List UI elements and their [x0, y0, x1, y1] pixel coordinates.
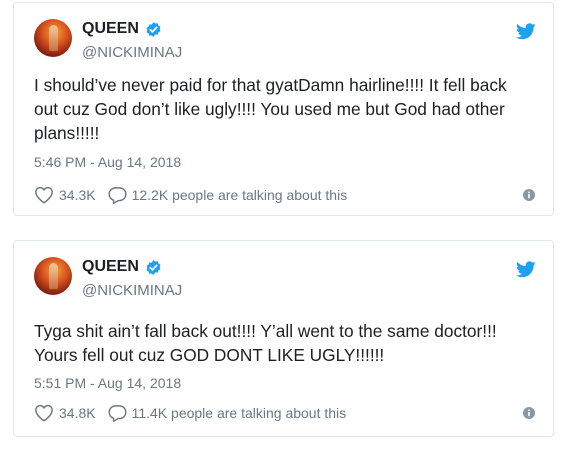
- tweet-actions: 34.8K 11.4K people are talking about thi…: [34, 404, 541, 422]
- avatar[interactable]: [34, 257, 72, 295]
- tweet-timestamp[interactable]: 5:51 PM - Aug 14, 2018: [34, 375, 181, 391]
- verified-badge-icon: [146, 259, 161, 275]
- like-button[interactable]: 34.8K: [34, 404, 96, 422]
- verified-badge-icon: [146, 21, 161, 37]
- reply-conversation-link[interactable]: 11.4K people are talking about this: [108, 404, 347, 422]
- reply-conversation-link[interactable]: 12.2K people are talking about this: [108, 186, 348, 204]
- like-button[interactable]: 34.3K: [34, 186, 96, 204]
- author-handle[interactable]: @NICKIMINAJ: [82, 44, 182, 61]
- twitter-bird-icon[interactable]: [516, 261, 536, 278]
- tweet-card[interactable]: QUEEN @NICKIMINAJ Tyga shit ain’t fall b…: [13, 240, 554, 437]
- talking-count: 12.2K people are talking about this: [131, 187, 348, 203]
- info-icon[interactable]: [523, 407, 535, 419]
- twitter-bird-icon[interactable]: [516, 23, 536, 40]
- avatar[interactable]: [34, 19, 72, 57]
- author-name-row[interactable]: QUEEN: [82, 20, 162, 38]
- talking-count: 11.4K people are talking about this: [131, 405, 347, 421]
- display-name[interactable]: QUEEN: [82, 258, 139, 276]
- author-handle[interactable]: @NICKIMINAJ: [82, 282, 182, 299]
- tweet-actions: 34.3K 12.2K people are talking about thi…: [34, 186, 541, 204]
- author-name-row[interactable]: QUEEN: [82, 258, 162, 276]
- info-icon[interactable]: [523, 189, 535, 201]
- tweet-text: Tyga shit ain’t fall back out!!!! Y’all …: [34, 321, 497, 365]
- tweet-card[interactable]: QUEEN @NICKIMINAJ I should’ve never paid…: [13, 2, 554, 216]
- reply-bubble-icon: [108, 405, 127, 422]
- heart-icon: [35, 186, 53, 204]
- tweet-timestamp[interactable]: 5:46 PM - Aug 14, 2018: [34, 154, 181, 170]
- display-name[interactable]: QUEEN: [82, 20, 139, 38]
- heart-icon: [35, 404, 53, 422]
- reply-bubble-icon: [108, 187, 127, 204]
- tweet-text: I should’ve never paid for that gyatDamn…: [34, 75, 507, 143]
- like-count: 34.8K: [59, 405, 96, 421]
- like-count: 34.3K: [59, 187, 96, 203]
